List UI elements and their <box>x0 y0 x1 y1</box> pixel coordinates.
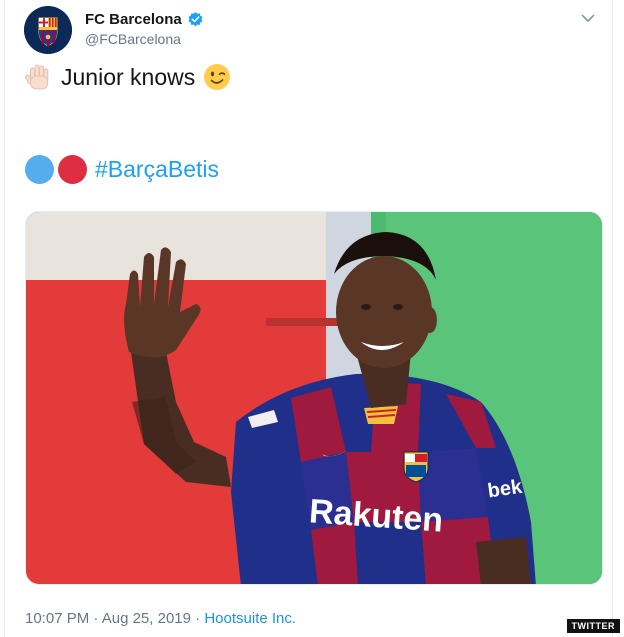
tweet-hashtag-line: #BarçaBetis <box>25 155 219 184</box>
raised-hand-emoji-icon <box>25 64 49 90</box>
account-name-row[interactable]: FC Barcelona <box>85 11 204 28</box>
tweet-source-link[interactable]: Hootsuite Inc. <box>204 610 296 627</box>
meta-separator: · <box>89 610 102 627</box>
hashtag-link[interactable]: #BarçaBetis <box>95 156 219 183</box>
player-waving-photo-icon: Rakuten bek <box>26 212 602 584</box>
twitter-watermark: TWITTER <box>566 619 620 633</box>
account-handle[interactable]: @FCBarcelona <box>85 31 181 47</box>
tweet-time[interactable]: 10:07 PM <box>25 610 89 627</box>
verified-badge-icon <box>188 12 203 27</box>
meta-separator: · <box>190 610 205 627</box>
red-circle-emoji-icon <box>58 155 87 184</box>
blue-circle-emoji-icon <box>25 155 54 184</box>
tweet-metadata: 10:07 PM · Aug 25, 2019 · Hootsuite Inc. <box>25 610 296 627</box>
tweet-text-line: Junior knows <box>25 63 231 91</box>
account-name[interactable]: FC Barcelona <box>85 11 182 28</box>
chevron-down-icon[interactable] <box>580 10 596 26</box>
avatar[interactable] <box>24 6 72 54</box>
tweet-card: FC Barcelona @FCBarcelona Junior knows #… <box>4 0 613 637</box>
tweet-photo[interactable]: Rakuten bek <box>25 211 603 585</box>
tweet-text: Junior knows <box>61 63 196 90</box>
winking-face-emoji-icon <box>204 64 231 90</box>
fc-barcelona-crest-icon <box>24 6 72 54</box>
tweet-date[interactable]: Aug 25, 2019 <box>102 610 191 627</box>
